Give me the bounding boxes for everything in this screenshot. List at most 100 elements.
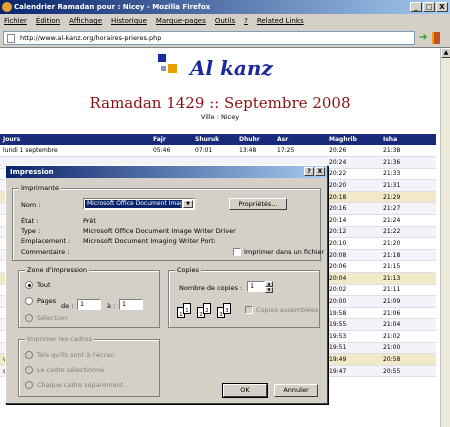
dialog-title: Impression [10,168,54,176]
go-arrow-icon[interactable]: ➔ [419,33,427,43]
state-value: Prêt [83,217,96,225]
cell-day: lundi 1 septembre [0,145,150,158]
cell-shuruk: 07:01 [192,145,236,158]
print-dialog: Impression ? X Imprimante Nom : Microsof… [5,165,328,404]
menu-marque-pages[interactable]: Marque-pages [156,14,206,28]
type-value: Microsoft Office Document Image Writer D… [83,227,236,235]
cell-maghrib: 20:24 [326,156,380,169]
cell-isha: 21:29 [380,191,436,204]
menu-outils[interactable]: Outils [215,14,235,28]
header-shuruk: Shuruk [192,134,236,145]
cell-maghrib: 19:49 [326,353,380,366]
range-pages-radio[interactable] [25,297,33,305]
cancel-button[interactable]: Annuler [274,384,318,397]
frames-option-3-radio[interactable] [25,381,33,389]
frames-option-1-radio[interactable] [25,351,33,359]
cell-maghrib: 20:12 [326,226,380,239]
dialog-close-button[interactable]: X [315,167,325,176]
navigation-bar: http://www.al-kanz.org/horaires-prieres.… [0,28,450,48]
print-to-file-checkbox[interactable] [233,248,241,256]
menu-affichage[interactable]: Affichage [69,14,102,28]
menu-historique[interactable]: Historique [111,14,147,28]
menu-bar: Fichier Édition Affichage Historique Mar… [0,14,450,28]
logo-square-lilac [161,66,166,71]
cell-maghrib: 19:51 [326,342,380,355]
ok-button[interactable]: OK [222,383,268,398]
header-fajr: Fajr [150,134,192,145]
menu-edition[interactable]: Édition [36,14,60,28]
copies-input[interactable]: 1 [247,281,265,292]
name-label: Nom : [21,201,41,209]
frames-option-3-label: Chaque cadre séparément [37,381,124,389]
menu-help[interactable]: ? [244,14,248,28]
range-all-label: Tout [37,281,51,289]
copies-label: Nombre de copies : [179,284,243,292]
city-label: Ville : Nicey [200,113,240,121]
logo-square-orange [168,64,177,73]
close-button[interactable]: X [436,2,448,12]
spin-down-icon[interactable]: ▼ [265,287,273,293]
cell-isha: 21:38 [380,145,436,158]
cell-isha: 21:15 [380,260,436,274]
printer-group: Imprimante Nom : Microsoft Office Docume… [12,184,325,261]
url-field[interactable]: http://www.al-kanz.org/horaires-prieres.… [3,31,415,45]
cell-isha: 20:58 [380,353,436,366]
cell-maghrib: 20:18 [326,191,380,204]
properties-button[interactable]: Propriétés... [229,198,287,210]
window-titlebar: Calendrier Ramadan pour : Nicey - Mozill… [0,0,450,14]
maximize-button[interactable]: □ [423,2,435,12]
collate-page-icon-1b: 1 [183,303,191,314]
frames-option-2-radio[interactable] [25,366,33,374]
url-text: http://www.al-kanz.org/horaires-prieres.… [20,34,162,42]
cell-maghrib: 20:06 [326,260,380,274]
range-all-radio[interactable] [25,281,33,289]
collate-page-icon-3b: 3 [223,303,231,314]
bookmark-icon[interactable] [432,32,440,44]
collate-page-icon-2b: 2 [203,303,211,314]
cell-maghrib: 19:47 [326,365,380,378]
range-to-input[interactable]: 1 [119,299,143,310]
cell-isha: 21:31 [380,179,436,192]
cell-isha: 21:20 [380,237,436,250]
range-from-input[interactable]: 1 [77,299,101,310]
page-title: Ramadan 1429 :: Septembre 2008 [89,94,351,112]
range-selection-radio[interactable] [25,314,33,322]
print-range-label: Zone d'impression [25,266,89,274]
site-logo: Al kanz [158,54,288,90]
cell-asr: 17:25 [274,145,326,158]
cell-maghrib: 20:00 [326,295,380,308]
scroll-up-icon[interactable]: ▲ [441,48,450,58]
cell-maghrib: 20:08 [326,249,380,262]
range-pages-label: Pages [37,297,57,305]
help-button[interactable]: ? [304,167,314,176]
cell-isha: 21:04 [380,318,436,331]
frames-option-1-label: Tels qu'ils sont à l'écran [37,351,115,359]
printer-group-label: Imprimante [19,184,61,192]
firefox-icon [2,2,12,12]
vertical-scrollbar[interactable]: ▲ [440,48,450,427]
chevron-down-icon[interactable]: ▼ [183,200,193,208]
cell-maghrib: 19:53 [326,330,380,343]
cell-maghrib: 20:20 [326,179,380,192]
cell-maghrib: 20:02 [326,284,380,297]
copies-group: Copies Nombre de copies : 1 ▲ ▼ 1 1 2 2 … [168,266,320,328]
printer-select[interactable]: Microsoft Office Document Image Writer ▼ [83,198,195,210]
page-icon [7,34,15,43]
location-label: Emplacement : [21,237,71,245]
cell-maghrib: 20:14 [326,214,380,227]
menu-fichier[interactable]: Fichier [4,14,27,28]
menu-related-links[interactable]: Related Links [257,14,304,28]
minimize-button[interactable]: _ [410,2,422,12]
frames-group: Imprimer les cadres Tels qu'ils sont à l… [18,335,160,397]
print-to-file-label: Imprimer dans un fichier [244,248,325,256]
collate-checkbox[interactable] [245,306,253,314]
header-maghrib: Maghrib [326,134,380,145]
cell-isha: 21:18 [380,249,436,262]
dialog-titlebar: Impression ? X [6,166,327,178]
cell-maghrib: 19:58 [326,307,380,320]
header-isha: Isha [380,134,436,145]
cell-isha: 21:22 [380,226,436,239]
cell-isha: 21:06 [380,307,436,320]
header-dhuhr: Dhuhr [236,134,274,145]
range-from-label: de : [61,302,74,310]
